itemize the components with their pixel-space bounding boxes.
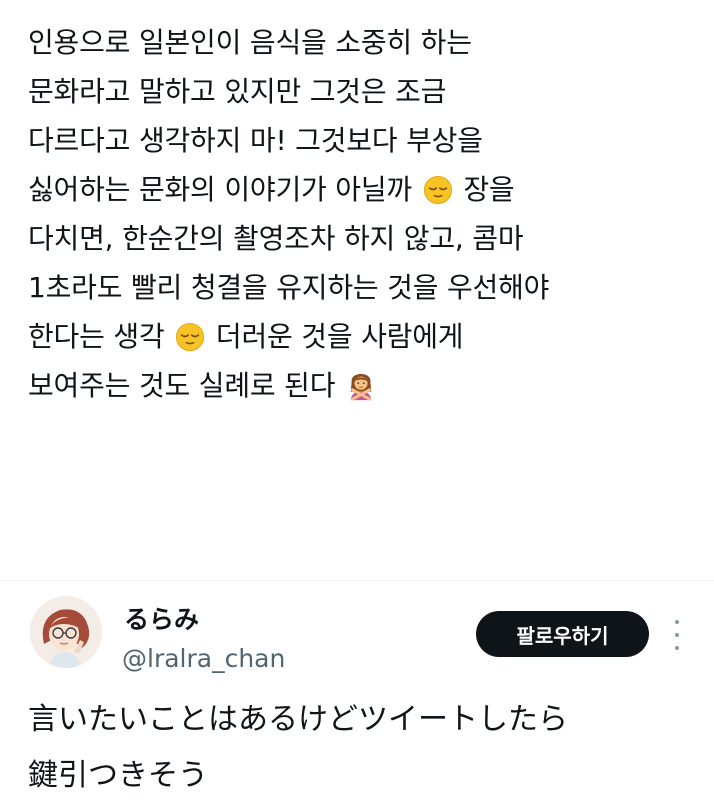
post-line-segment: 싫어하는 문화의 이야기가 아닐까 bbox=[28, 173, 412, 206]
post-line-segment: 장을 bbox=[463, 173, 515, 206]
avatar[interactable] bbox=[30, 596, 102, 668]
more-options-icon[interactable] bbox=[670, 620, 684, 650]
post-line-segment: 보여주는 것도 실례로 된다 bbox=[28, 369, 336, 402]
dot bbox=[675, 633, 679, 637]
dot bbox=[675, 646, 679, 650]
user-handle[interactable]: @lralra_chan bbox=[122, 644, 285, 673]
reply-line: 鍵引つきそう bbox=[28, 758, 208, 793]
relieved-face-icon bbox=[176, 322, 205, 352]
post-line: 다치면, 한순간의 촬영조차 하지 않고, 콤마 bbox=[28, 222, 524, 255]
follow-button[interactable]: 팔로우하기 bbox=[476, 611, 649, 657]
reply-text: 言いたいことはあるけどツイートしたら 鍵引つきそう bbox=[28, 692, 688, 804]
divider bbox=[0, 580, 714, 581]
post-line: 1초라도 빨리 청결을 유지하는 것을 우선해야 bbox=[28, 271, 550, 304]
post-line: 한다는 생각 더러운 것을 사람에게 bbox=[28, 312, 688, 361]
post-line: 보여주는 것도 실례로 된다 bbox=[28, 361, 688, 410]
person-gesturing-no-icon bbox=[350, 373, 372, 401]
avatar-illustration-icon bbox=[30, 596, 102, 668]
post-line: 인용으로 일본인이 음식을 소중히 하는 bbox=[28, 26, 472, 59]
post-line-segment: 더러운 것을 사람에게 bbox=[215, 320, 464, 353]
post-line-segment: 한다는 생각 bbox=[28, 320, 165, 353]
post-line: 문화라고 말하고 있지만 그것은 조금 bbox=[28, 75, 447, 108]
post-line: 다르다고 생각하지 마! 그것보다 부상을 bbox=[28, 124, 483, 157]
dot bbox=[675, 620, 679, 624]
display-name[interactable]: るらみ bbox=[124, 600, 199, 636]
post-line: 싫어하는 문화의 이야기가 아닐까 장을 bbox=[28, 165, 688, 214]
relieved-face-icon bbox=[423, 175, 452, 205]
reply-line: 言いたいことはあるけどツイートしたら bbox=[28, 702, 568, 737]
post-text: 인용으로 일본인이 음식을 소중히 하는 문화라고 말하고 있지만 그것은 조금… bbox=[28, 18, 688, 410]
